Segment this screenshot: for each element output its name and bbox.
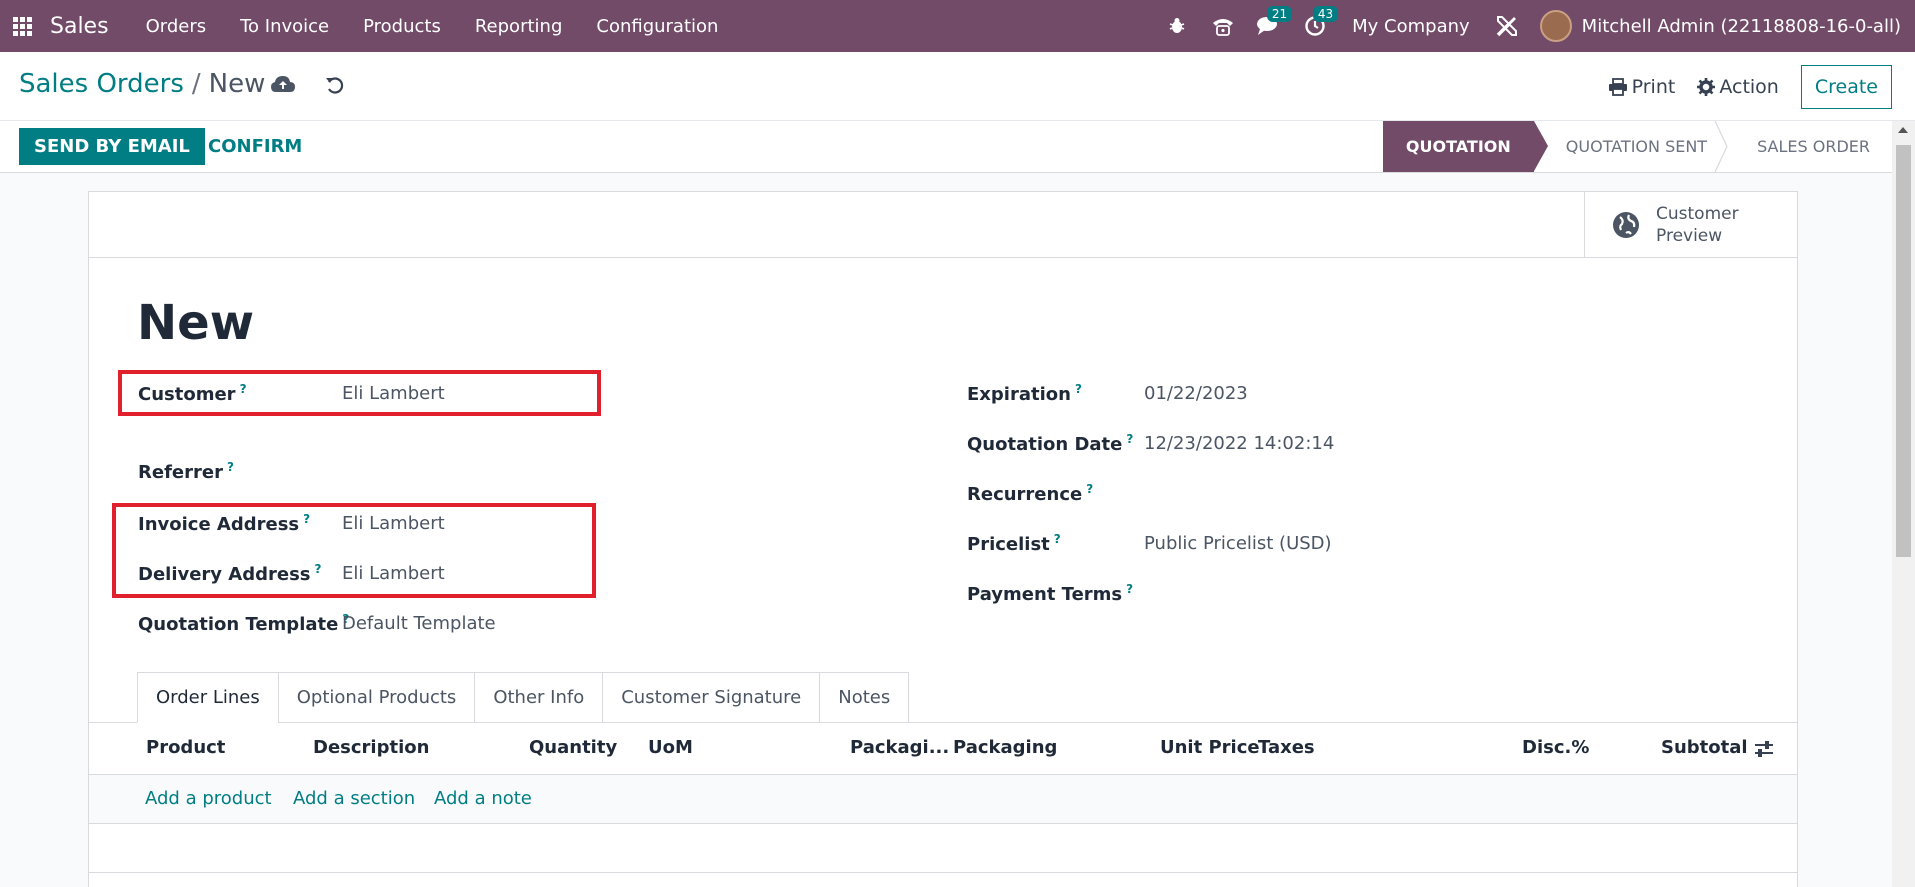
tab-customer-signature[interactable]: Customer Signature [602, 672, 821, 723]
print-icon [1608, 77, 1627, 96]
column-uom[interactable]: UoM [648, 737, 693, 758]
help-tooltip-icon[interactable]: ? [1086, 482, 1093, 496]
stage-quotation-sent[interactable]: QUOTATION SENT [1534, 121, 1728, 172]
app-brand[interactable]: Sales [50, 14, 109, 39]
save-cloud-icon[interactable] [270, 74, 296, 98]
add-section-link[interactable]: Add a section [293, 788, 415, 809]
menu-to-invoice[interactable]: To Invoice [223, 16, 346, 37]
column-subtotal[interactable]: Subtotal [1661, 737, 1748, 758]
phone-icon[interactable] [1200, 0, 1246, 52]
status-bar: SEND BY EMAIL CONFIRM QUOTATION QUOTATIO… [0, 121, 1915, 173]
debug-bug-icon[interactable] [1154, 0, 1200, 52]
pricelist-label: Pricelist? [967, 532, 1061, 555]
column-product[interactable]: Product [146, 737, 225, 758]
gear-icon [1697, 77, 1716, 96]
breadcrumb-separator: / [191, 69, 201, 99]
add-product-link[interactable]: Add a product [145, 788, 272, 809]
address-highlight-box [112, 503, 596, 598]
quotation-template-field[interactable]: Quotation Template? Default Template [138, 612, 638, 638]
stage-sales-order[interactable]: SALES ORDER [1725, 121, 1888, 172]
menu-configuration[interactable]: Configuration [579, 16, 735, 37]
order-lines-header: Product Description Quantity UoM Packagi… [89, 723, 1797, 775]
column-packaging[interactable]: Packaging [953, 737, 1057, 758]
add-line-row: Add a product Add a section Add a note [89, 775, 1797, 824]
help-tooltip-icon[interactable]: ? [227, 460, 234, 474]
payment-terms-field[interactable]: Payment Terms? [967, 582, 1567, 608]
messages-icon[interactable]: 21 [1246, 0, 1293, 52]
column-quantity[interactable]: Quantity [529, 737, 617, 758]
settings-tools-icon[interactable] [1484, 0, 1530, 52]
recurrence-label: Recurrence? [967, 482, 1094, 505]
activities-badge: 43 [1312, 6, 1339, 22]
quotation-date-label: Quotation Date? [967, 432, 1134, 455]
record-title: New [137, 295, 255, 351]
add-note-link[interactable]: Add a note [434, 788, 532, 809]
user-menu[interactable]: Mitchell Admin (22118808-16-0-all) [1582, 16, 1901, 37]
pricelist-value[interactable]: Public Pricelist (USD) [1144, 533, 1332, 554]
action-label: Action [1719, 75, 1779, 98]
notebook-tabs: Order Lines Optional Products Other Info… [137, 672, 910, 723]
help-tooltip-icon[interactable]: ? [1075, 382, 1082, 396]
customer-highlight-box [118, 370, 601, 416]
column-unit-price[interactable]: Unit Price [1160, 737, 1260, 758]
globe-icon [1613, 212, 1639, 238]
help-tooltip-icon[interactable]: ? [1054, 532, 1061, 546]
tab-notes[interactable]: Notes [819, 672, 910, 723]
form-sheet: Customer Preview New Customer? Eli Lambe… [88, 191, 1798, 887]
print-button[interactable]: Print [1608, 75, 1676, 98]
customer-preview-label: Customer Preview [1656, 204, 1739, 246]
referrer-field[interactable]: Referrer? [138, 460, 638, 486]
column-discount[interactable]: Disc.% [1522, 737, 1589, 758]
customer-preview-button[interactable]: Customer Preview [1584, 192, 1797, 258]
menu-orders[interactable]: Orders [129, 16, 224, 37]
expiration-field[interactable]: Expiration? 01/22/2023 [967, 382, 1567, 408]
column-packaging-qty[interactable]: Packagi... [850, 737, 949, 758]
pricelist-field[interactable]: Pricelist? Public Pricelist (USD) [967, 532, 1567, 558]
control-panel: Sales Orders / New Print Action Create [0, 52, 1915, 121]
breadcrumb-sales-orders[interactable]: Sales Orders [19, 69, 184, 99]
breadcrumb-current: New [208, 69, 266, 99]
quotation-date-value[interactable]: 12/23/2022 14:02:14 [1144, 433, 1334, 454]
expiration-value[interactable]: 01/22/2023 [1144, 383, 1248, 404]
print-label: Print [1631, 75, 1676, 98]
user-avatar[interactable] [1539, 10, 1572, 42]
button-box: Customer Preview [89, 192, 1797, 258]
send-by-email-button[interactable]: SEND BY EMAIL [19, 128, 205, 165]
stage-quotation[interactable]: QUOTATION [1382, 121, 1548, 172]
stage-quotation-sent-label: QUOTATION SENT [1565, 137, 1708, 156]
tab-optional-products[interactable]: Optional Products [277, 672, 476, 723]
quotation-date-field[interactable]: Quotation Date? 12/23/2022 14:02:14 [967, 432, 1567, 458]
tab-order-lines[interactable]: Order Lines [137, 672, 279, 723]
expiration-label: Expiration? [967, 382, 1082, 405]
help-tooltip-icon[interactable]: ? [1126, 582, 1133, 596]
help-tooltip-icon[interactable]: ? [1126, 432, 1133, 446]
recurrence-field[interactable]: Recurrence? [967, 482, 1567, 508]
page-scrollbar[interactable] [1892, 121, 1915, 887]
top-navbar: Sales Orders To Invoice Products Reporti… [0, 0, 1915, 52]
breadcrumb: Sales Orders / New [19, 69, 265, 99]
quotation-template-label: Quotation Template? [138, 612, 350, 635]
create-button[interactable]: Create [1800, 64, 1892, 109]
referrer-label: Referrer? [138, 460, 234, 483]
column-description[interactable]: Description [313, 737, 429, 758]
scroll-up-icon[interactable] [1898, 127, 1908, 133]
stage-pipeline: QUOTATION QUOTATION SENT SALES ORDER [1382, 121, 1888, 172]
messages-badge: 21 [1266, 6, 1293, 22]
action-button[interactable]: Action [1697, 76, 1779, 98]
company-switcher[interactable]: My Company [1352, 16, 1470, 37]
payment-terms-label: Payment Terms? [967, 582, 1134, 605]
apps-menu-icon[interactable] [0, 0, 44, 52]
lines-bottom-divider [89, 872, 1797, 873]
confirm-button[interactable]: CONFIRM [208, 128, 302, 165]
menu-products[interactable]: Products [346, 16, 458, 37]
optional-columns-sliders-icon[interactable] [1754, 739, 1774, 759]
discard-undo-icon[interactable] [324, 74, 350, 98]
quotation-template-value[interactable]: Default Template [342, 613, 496, 634]
scrollbar-thumb[interactable] [1896, 145, 1911, 557]
tab-other-info[interactable]: Other Info [474, 672, 604, 723]
column-taxes[interactable]: Taxes [1258, 737, 1315, 758]
activities-clock-icon[interactable]: 43 [1292, 0, 1339, 52]
menu-reporting[interactable]: Reporting [458, 16, 580, 37]
